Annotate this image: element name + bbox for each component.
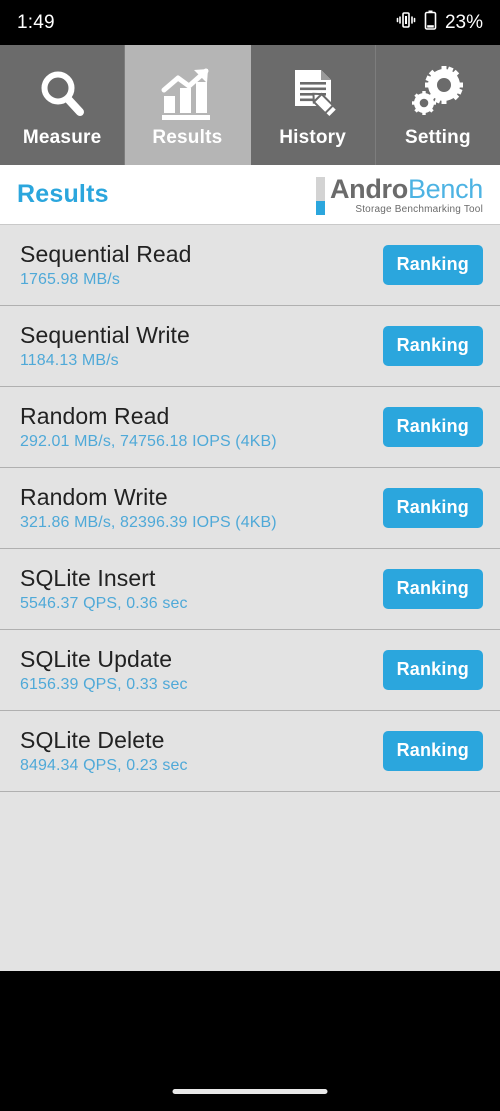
ranking-button[interactable]: Ranking xyxy=(382,326,483,366)
system-navigation-bar xyxy=(0,971,500,1111)
battery-icon xyxy=(424,10,437,35)
result-name: SQLite Insert xyxy=(20,564,156,591)
page-title: Results xyxy=(17,180,109,208)
tab-setting-label: Setting xyxy=(404,127,471,148)
logo-bench-text: Bench xyxy=(407,173,483,204)
table-row[interactable]: Random Read 292.01 MB/s, 74756.18 IOPS (… xyxy=(0,387,500,468)
table-row[interactable]: SQLite Update 6156.39 QPS, 0.33 sec Rank… xyxy=(0,630,500,711)
result-value: 1765.98 MB/s xyxy=(20,270,120,288)
result-name: Sequential Read xyxy=(20,240,192,267)
table-row[interactable]: Sequential Write 1184.13 MB/s Ranking xyxy=(0,306,500,387)
status-bar: 1:49 23% xyxy=(0,0,500,45)
ranking-button[interactable]: Ranking xyxy=(382,731,483,771)
result-value: 1184.13 MB/s xyxy=(20,351,119,369)
vibrate-icon xyxy=(396,11,416,34)
tab-bar: Measure Results History Setting xyxy=(0,45,500,165)
result-name: SQLite Update xyxy=(20,645,173,672)
result-name: SQLite Delete xyxy=(20,726,165,753)
table-row[interactable]: SQLite Delete 8494.34 QPS, 0.23 sec Rank… xyxy=(0,711,500,792)
result-value: 5546.37 QPS, 0.36 sec xyxy=(20,594,188,612)
result-value: 292.01 MB/s, 74756.18 IOPS (4KB) xyxy=(20,432,277,450)
logo-bar-icon xyxy=(315,176,325,215)
tab-measure-label: Measure xyxy=(22,127,102,148)
ranking-button[interactable]: Ranking xyxy=(382,488,483,528)
tab-measure[interactable]: Measure xyxy=(0,45,126,165)
document-pencil-icon xyxy=(278,63,348,125)
result-value: 321.86 MB/s, 82396.39 IOPS (4KB) xyxy=(20,513,277,531)
ranking-button[interactable]: Ranking xyxy=(382,569,483,609)
tab-history-label: History xyxy=(279,127,347,148)
tab-setting[interactable]: Setting xyxy=(375,45,500,165)
androbench-logo: AndroBench Storage Benchmarking Tool xyxy=(315,175,483,215)
table-row[interactable]: Random Write 321.86 MB/s, 82396.39 IOPS … xyxy=(0,468,500,549)
gears-icon xyxy=(403,63,473,125)
magnifier-icon xyxy=(27,63,97,125)
home-indicator[interactable] xyxy=(172,1089,328,1094)
logo-andro-text: Andro xyxy=(329,173,408,204)
table-row[interactable]: SQLite Insert 5546.37 QPS, 0.36 sec Rank… xyxy=(0,549,500,630)
ranking-button[interactable]: Ranking xyxy=(382,650,483,690)
result-value: 8494.34 QPS, 0.23 sec xyxy=(20,756,188,774)
ranking-button[interactable]: Ranking xyxy=(382,407,483,447)
battery-percent-label: 23% xyxy=(444,11,483,33)
result-value: 6156.39 QPS, 0.33 sec xyxy=(20,675,188,693)
bar-chart-arrow-icon xyxy=(152,63,222,125)
status-clock: 1:49 xyxy=(17,11,55,33)
phone-screen: 1:49 23% Measure Results History Setting… xyxy=(0,0,500,1111)
logo-tagline: Storage Benchmarking Tool xyxy=(355,203,483,215)
ranking-button[interactable]: Ranking xyxy=(382,245,483,285)
tab-history[interactable]: History xyxy=(250,45,376,165)
result-name: Random Read xyxy=(20,402,170,429)
logo-wordmark: AndroBench xyxy=(330,175,483,203)
result-name: Sequential Write xyxy=(20,321,190,348)
app-header: Results AndroBench Storage Benchmarking … xyxy=(0,165,500,225)
result-name: Random Write xyxy=(20,483,168,510)
status-icons: 23% xyxy=(396,10,483,35)
tab-results-label: Results xyxy=(152,127,223,148)
table-row[interactable]: Sequential Read 1765.98 MB/s Ranking xyxy=(0,225,500,306)
results-list: Sequential Read 1765.98 MB/s Ranking Seq… xyxy=(0,225,500,971)
tab-results[interactable]: Results xyxy=(125,45,251,165)
